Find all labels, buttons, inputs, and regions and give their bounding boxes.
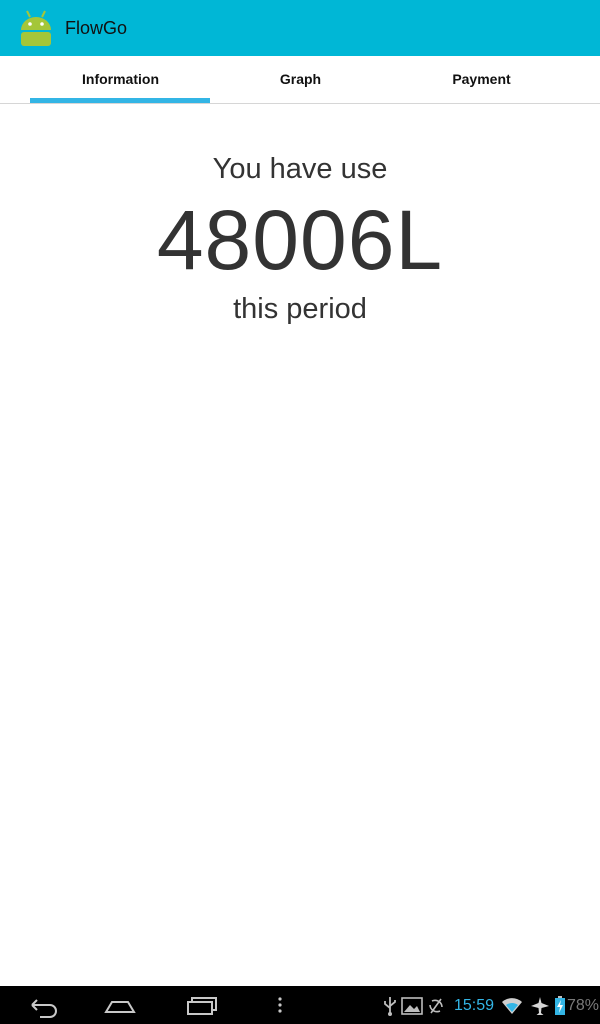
no-sync-icon [429, 998, 443, 1014]
battery-percentage: 78% [567, 997, 600, 1014]
wifi-icon [502, 998, 522, 1014]
usage-prefix-text: You have use [212, 153, 388, 185]
tab-graph[interactable]: Graph [210, 56, 391, 103]
recent-apps-icon[interactable] [181, 992, 221, 1018]
overflow-menu-icon[interactable] [260, 992, 300, 1018]
android-robot-icon[interactable] [16, 8, 56, 48]
status-clock: 15:59 [454, 997, 495, 1014]
usage-suffix-text: this period [233, 293, 367, 325]
system-bar: 15:59 78% [0, 986, 600, 1024]
battery-icon [555, 996, 565, 1015]
tab-payment[interactable]: Payment [391, 56, 572, 103]
gallery-icon [401, 997, 423, 1015]
tab-bar: Information Graph Payment [0, 56, 600, 104]
tab-information[interactable]: Information [30, 56, 211, 103]
usage-value: 48006L [156, 193, 444, 287]
back-icon[interactable] [22, 992, 62, 1018]
airplane-mode-icon [531, 997, 549, 1015]
action-bar: FlowGo [0, 0, 600, 56]
selected-tab-indicator [30, 98, 210, 103]
home-icon[interactable] [100, 992, 140, 1018]
app-title: FlowGo [65, 18, 128, 38]
usb-icon [384, 997, 396, 1016]
